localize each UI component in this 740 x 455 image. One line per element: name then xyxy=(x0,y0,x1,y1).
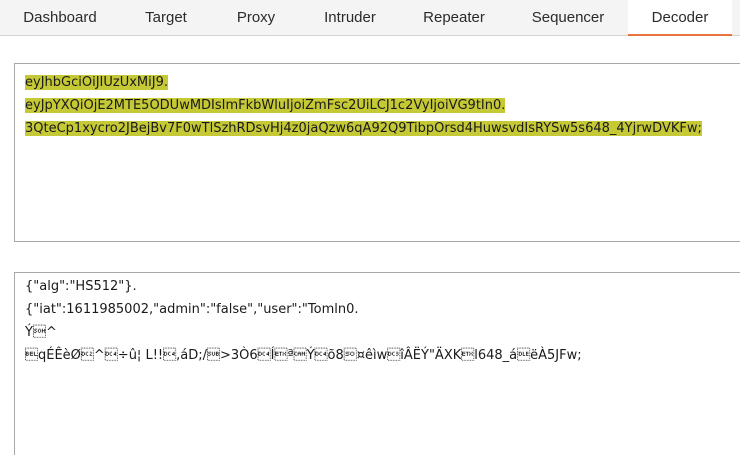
encoded-line-signature: 3QteCp1xycro2JBejBv7F0wTlSzhRDsvHj4z0jaQ… xyxy=(25,121,702,136)
tab-dashboard[interactable]: Dashboard xyxy=(0,0,120,36)
encoded-line-payload: eyJpYXQiOjE2MTE5ODUwMDIsImFkbWluIjoiZmFs… xyxy=(25,98,506,113)
tab-decoder[interactable]: Decoder xyxy=(628,0,732,36)
decoded-line-binary-2: qÉÊèØ^÷û¦ L!!,áD;/>3Ò6ÍªÝõ8¤êì… xyxy=(25,348,582,363)
tab-intruder[interactable]: Intruder xyxy=(300,0,400,36)
encoded-text-area[interactable]: eyJhbGciOiJIUzUxMiJ9. eyJpYXQiOjE2MTE5OD… xyxy=(25,71,740,140)
decoded-line-header: {"alg":"HS512"}. xyxy=(25,279,137,294)
burp-decoder-window: Dashboard Target Proxy Intruder Repeater… xyxy=(0,0,740,455)
decoded-text-area[interactable]: {"alg":"HS512"}. {"iat":1611985002,"admi… xyxy=(25,275,740,367)
decoded-line-payload: {"iat":1611985002,"admin":"false","user"… xyxy=(25,302,359,317)
tab-proxy[interactable]: Proxy xyxy=(212,0,300,36)
tab-sequencer[interactable]: Sequencer xyxy=(508,0,628,36)
decoded-output-panel[interactable]: {"alg":"HS512"}. {"iat":1611985002,"admi… xyxy=(14,272,740,455)
decoded-line-binary-1: Ý^ xyxy=(25,325,57,340)
encoded-line-header: eyJhbGciOiJIUzUxMiJ9. xyxy=(25,75,168,90)
tab-target[interactable]: Target xyxy=(120,0,212,36)
encoded-input-panel[interactable]: eyJhbGciOiJIUzUxMiJ9. eyJpYXQiOjE2MTE5OD… xyxy=(14,63,740,242)
tab-repeater[interactable]: Repeater xyxy=(400,0,508,36)
main-tab-bar: Dashboard Target Proxy Intruder Repeater… xyxy=(0,0,740,36)
